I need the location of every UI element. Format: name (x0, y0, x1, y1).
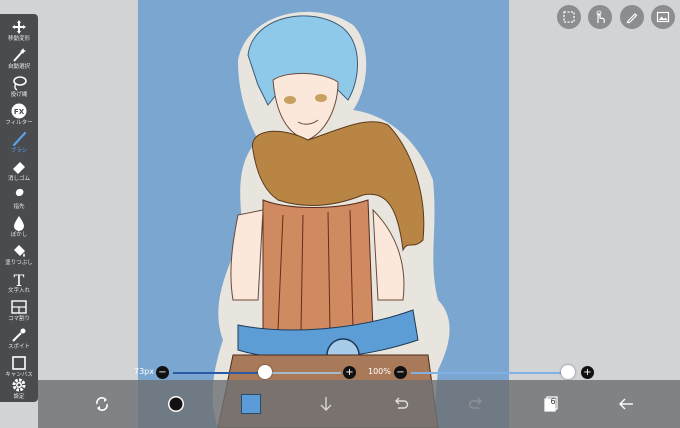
undo-button[interactable] (383, 380, 419, 428)
blur-drop-icon (14, 216, 24, 231)
color-swatch-button[interactable] (233, 380, 269, 428)
touch-button[interactable] (588, 5, 612, 29)
tool-blur[interactable]: ぼかし (0, 212, 38, 242)
tool-label: 文字入れ (7, 288, 30, 294)
opacity-knob[interactable] (560, 365, 575, 379)
redo-button[interactable] (458, 380, 494, 428)
save-button[interactable] (308, 380, 344, 428)
move-icon (12, 20, 26, 34)
opacity-decrease-button[interactable]: − (394, 366, 407, 379)
redo-icon (468, 397, 482, 409)
bucket-icon (14, 245, 25, 257)
tool-auto-select[interactable]: 自動選択 (0, 44, 38, 74)
undo-icon (395, 397, 409, 409)
tool-label: 指先 (13, 204, 25, 210)
tool-panel: 移動変形 自動選択 投げ縄 FX フィルター ブラシ 消しゴム 指先 ぼかし 塗… (0, 14, 38, 402)
tool-finger[interactable]: 指先 (0, 184, 38, 214)
tool-label: 塗りつぶし (5, 260, 33, 266)
tool-label: 移動変形 (7, 36, 30, 42)
tool-label: コマ割り (7, 316, 30, 322)
bottom-toolbar: 6 (38, 380, 680, 428)
layers-button[interactable]: 6 (533, 380, 569, 428)
tool-label: スポイト (7, 344, 30, 350)
tool-text[interactable]: T 文字入れ (0, 268, 38, 298)
tool-filter[interactable]: FX フィルター (0, 100, 38, 130)
selection-icon (563, 11, 575, 23)
fx-icon: FX (11, 103, 27, 119)
opacity-value: 100% (368, 367, 391, 376)
tool-eraser[interactable]: 消しゴム (0, 156, 38, 186)
tool-label: フィルター (5, 120, 33, 126)
brush-size-decrease-button[interactable]: − (156, 366, 169, 379)
tool-lasso[interactable]: 投げ縄 (0, 72, 38, 102)
opacity-increase-button[interactable]: + (581, 366, 594, 379)
tool-brush[interactable]: ブラシ (0, 128, 38, 158)
gear-icon (12, 378, 26, 392)
tool-settings[interactable]: 設定 (0, 374, 38, 404)
brush-size-increase-button[interactable]: + (343, 366, 356, 379)
opacity-slider[interactable] (411, 372, 576, 374)
tool-eyedropper[interactable]: スポイト (0, 324, 38, 354)
tool-label: ぼかし (10, 232, 28, 238)
save-arrow-icon (320, 397, 332, 411)
tool-label: ブラシ (10, 148, 28, 154)
eraser-icon (13, 162, 25, 174)
tool-label: 投げ縄 (10, 92, 28, 98)
selection-button[interactable] (557, 5, 581, 29)
touch-icon (596, 10, 605, 24)
transform-icon (96, 397, 108, 411)
canvas-icon (12, 356, 26, 370)
ruler-pen-icon (626, 13, 638, 24)
tool-fill[interactable]: 塗りつぶし (0, 240, 38, 270)
back-button[interactable] (608, 380, 644, 428)
brush-size-fill (173, 372, 265, 374)
reference-image-icon (656, 11, 670, 23)
brush-size-slider[interactable] (173, 372, 341, 374)
tool-label: 設定 (13, 394, 25, 400)
transform-button[interactable] (84, 380, 120, 428)
tool-label: 消しゴム (7, 176, 30, 182)
brush-size-value: 73px (134, 367, 154, 376)
reference-button[interactable] (651, 5, 675, 29)
layer-count: 6 (550, 397, 556, 406)
brush-icon (12, 131, 27, 147)
text-icon: T (14, 271, 25, 287)
brush-preview-icon (168, 396, 184, 412)
ruler-button[interactable] (620, 5, 644, 29)
magic-wand-icon (13, 48, 26, 62)
tool-label: 自動選択 (7, 64, 30, 70)
eyedropper-icon (12, 328, 26, 342)
back-arrow-icon (619, 398, 633, 410)
lasso-icon (13, 76, 27, 91)
tool-frame-divider[interactable]: コマ割り (0, 296, 38, 326)
tool-move[interactable]: 移動変形 (0, 16, 38, 46)
svg-text:FX: FX (14, 108, 25, 116)
frame-divider-icon (11, 300, 27, 314)
brush-size-knob[interactable] (257, 365, 272, 379)
finger-icon (15, 188, 24, 201)
svg-text:T: T (14, 271, 25, 287)
color-swatch (241, 394, 261, 414)
brush-preview-button[interactable] (158, 380, 194, 428)
character-illustration (212, 11, 450, 428)
drawing-canvas[interactable] (138, 0, 509, 428)
opacity-fill (411, 372, 568, 374)
